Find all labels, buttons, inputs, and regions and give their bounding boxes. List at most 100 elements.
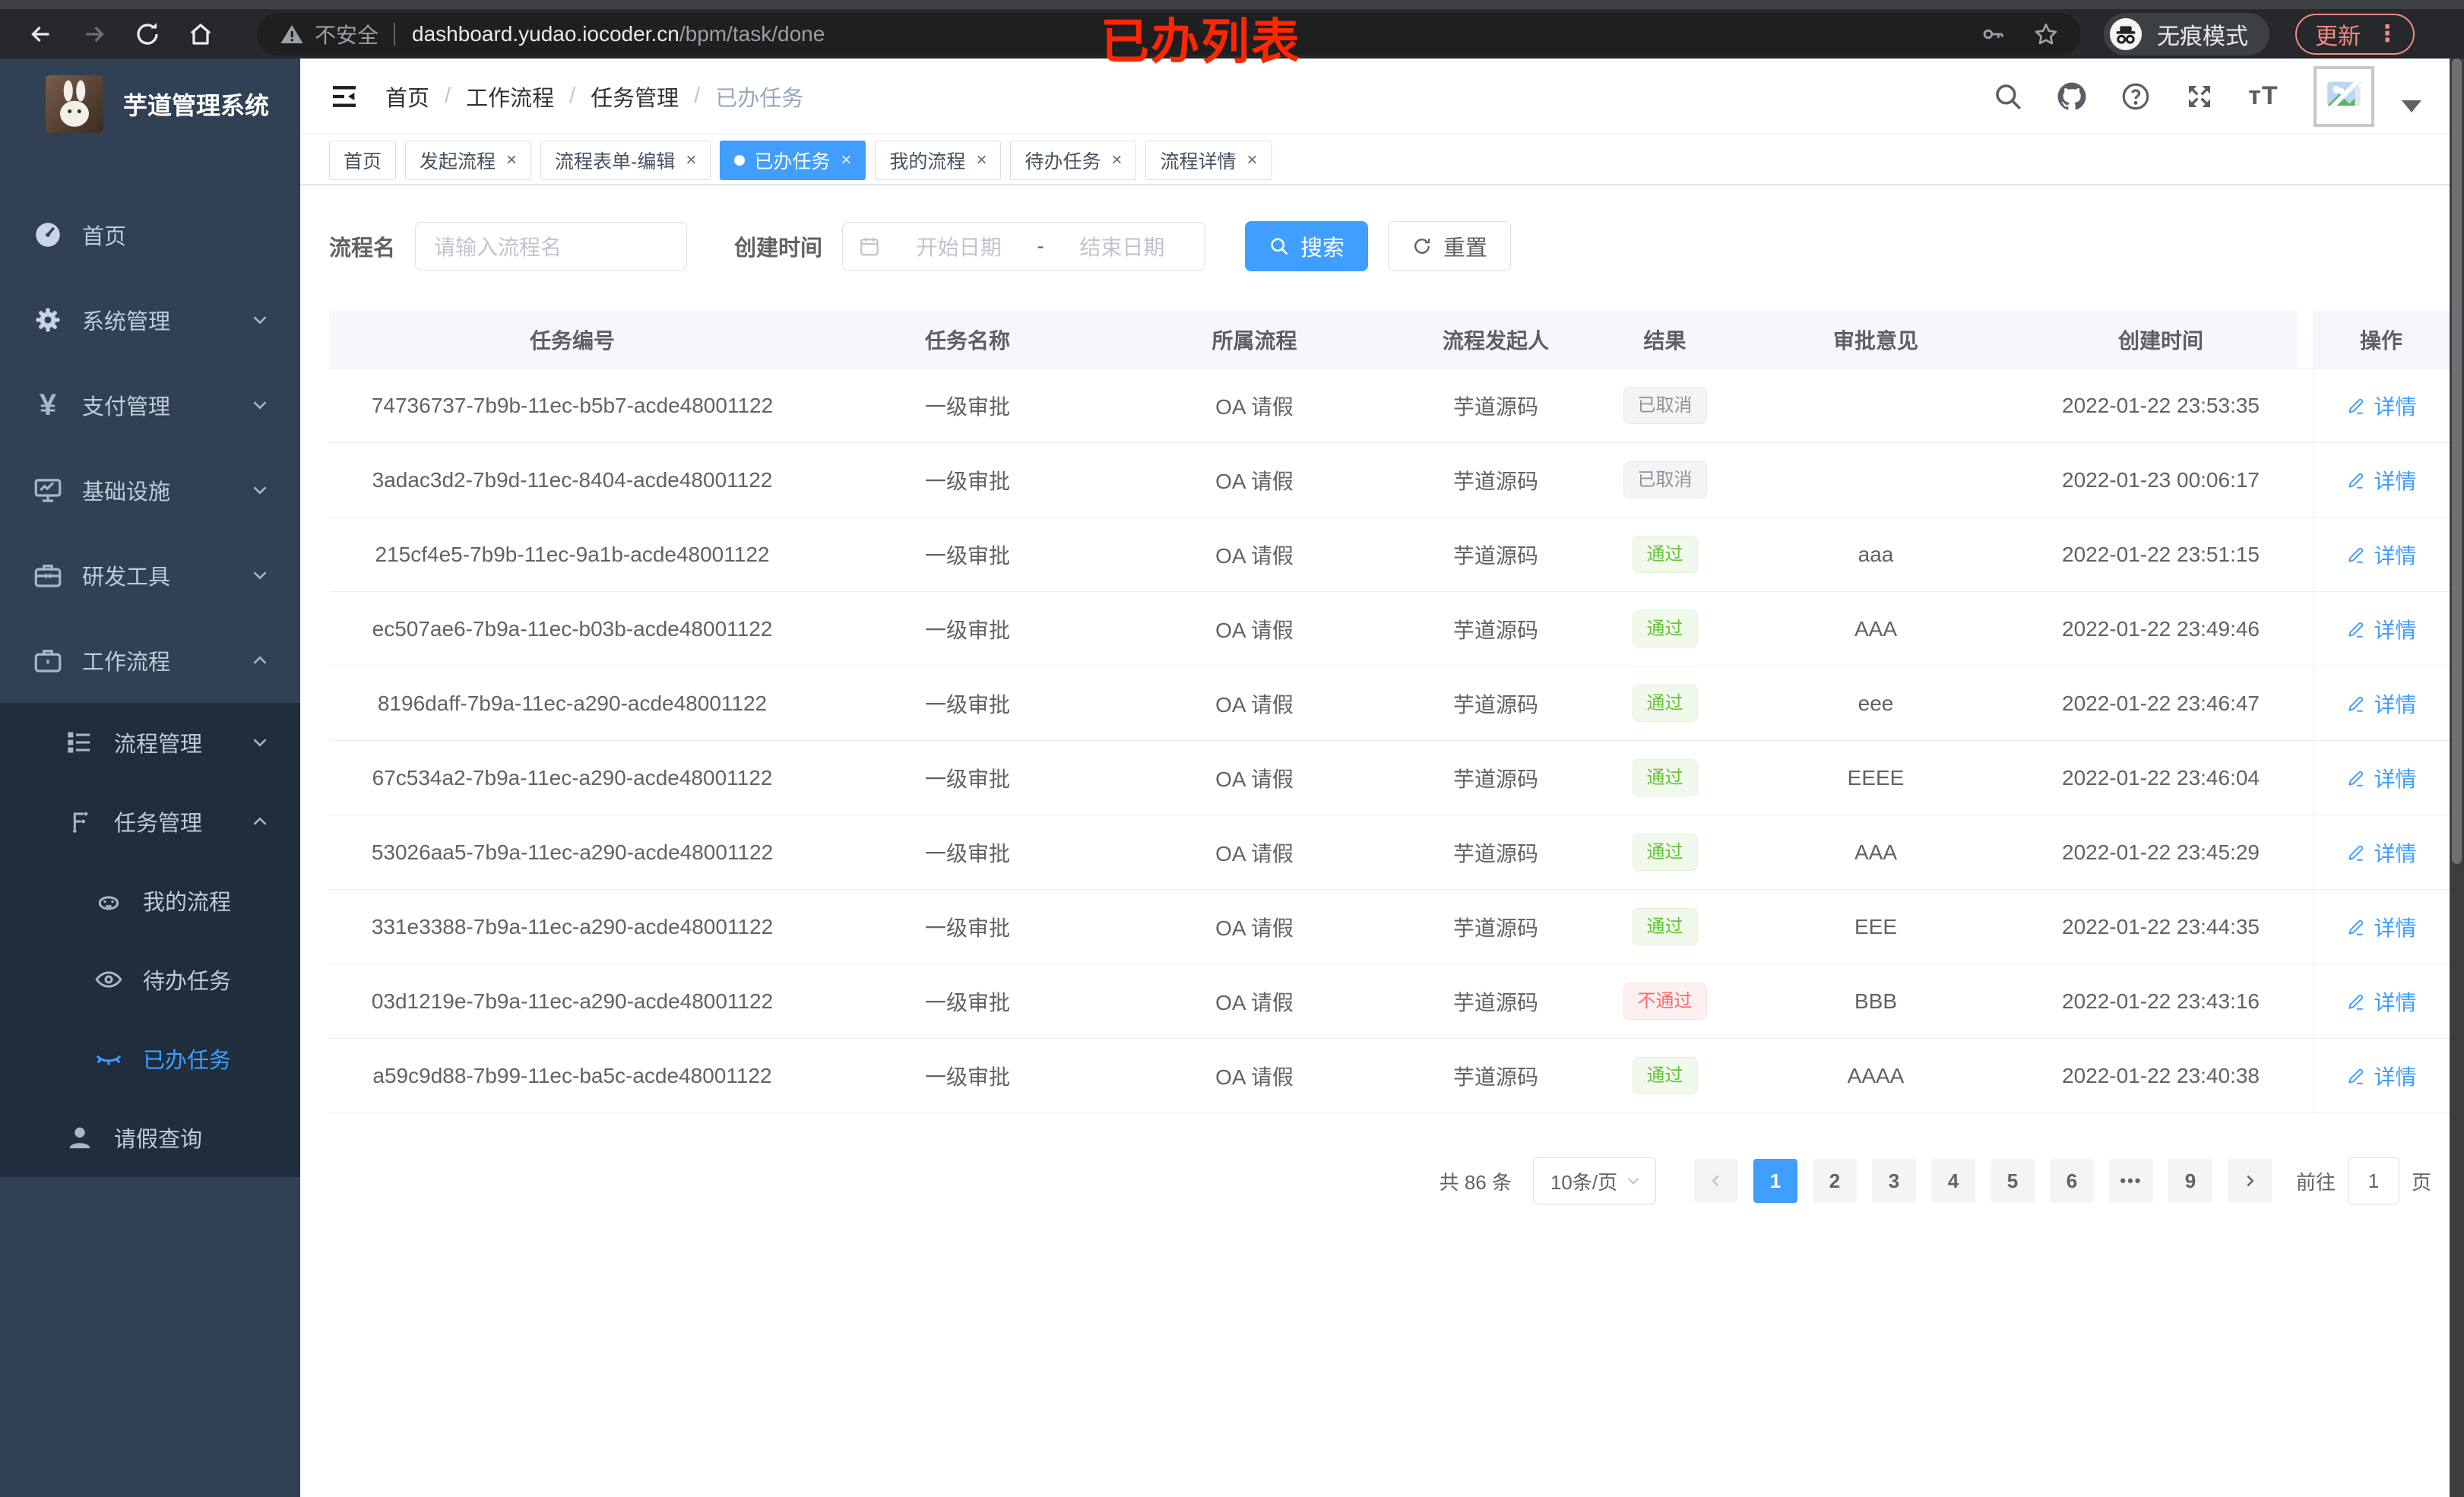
detail-link[interactable]: 详情 <box>2346 763 2417 793</box>
tab-label: 发起流程 <box>420 150 496 172</box>
bookmark-star-icon[interactable] <box>2032 21 2060 48</box>
sidebar-item-task-management[interactable]: 任务管理 <box>0 782 300 861</box>
detail-link[interactable]: 详情 <box>2346 912 2417 942</box>
goto-page-input[interactable] <box>2347 1157 2399 1204</box>
edit-pencil-icon <box>2348 845 2364 861</box>
tab-close-icon[interactable]: × <box>841 150 851 169</box>
detail-link[interactable]: 详情 <box>2346 540 2417 570</box>
page-size-value: 10条/页 <box>1550 1170 1618 1194</box>
next-page-button[interactable] <box>2227 1159 2272 1203</box>
view-tab[interactable]: 我的流程 × <box>875 140 1002 180</box>
view-tab[interactable]: 流程表单-编辑 × <box>540 140 711 180</box>
scrollbar-thumb[interactable] <box>2452 59 2462 865</box>
result-tag: 通过 <box>1632 758 1698 797</box>
result-cell: 已取消 <box>1602 386 1728 425</box>
page-number-button[interactable]: 4 <box>1930 1159 1975 1203</box>
tab-close-icon[interactable]: × <box>976 150 987 169</box>
detail-link[interactable]: 详情 <box>2346 688 2417 719</box>
prev-page-button[interactable] <box>1693 1159 1738 1203</box>
tab-label: 首页 <box>344 150 382 172</box>
process-name-input[interactable]: 请输入流程名 <box>415 222 688 271</box>
tab-close-icon[interactable]: × <box>1111 150 1122 169</box>
sidebar-item-done-tasks[interactable]: 已办任务 <box>0 1019 300 1098</box>
detail-link[interactable]: 详情 <box>2346 1061 2417 1091</box>
pagination: 共 86 条 10条/页 1 2 3 4 5 6 ••• 9 前往 1 页 <box>329 1157 2431 1204</box>
search-button[interactable]: 搜索 <box>1245 221 1369 271</box>
view-tab[interactable]: 待办任务 × <box>1010 140 1137 180</box>
key-icon[interactable] <box>1981 21 2006 47</box>
search-form: 流程名 请输入流程名 创建时间 开始日期 - 结束日期 搜索 重置 <box>329 221 2464 271</box>
update-label: 更新 <box>2315 24 2361 49</box>
detail-link[interactable]: 详情 <box>2346 986 2417 1017</box>
breadcrumb-item-task-management[interactable]: 任务管理 <box>591 81 679 112</box>
sidebar-item-todo-tasks[interactable]: 待办任务 <box>0 940 300 1019</box>
task-id-cell: 67c534a2-7b9a-11ec-a290-acde48001122 <box>372 765 773 790</box>
browser-forward-button[interactable] <box>79 19 109 49</box>
header-search-button[interactable] <box>1990 78 2026 115</box>
help-icon[interactable] <box>2117 78 2154 115</box>
detail-link[interactable]: 详情 <box>2346 391 2417 421</box>
sidebar-item-leave-query[interactable]: 请假查询 <box>0 1098 300 1177</box>
sidebar-collapse-button[interactable] <box>329 81 359 112</box>
browser-update-button[interactable]: 更新 ⋮ <box>2295 13 2415 55</box>
page-number-button[interactable]: 9 <box>2168 1159 2212 1203</box>
tab-close-icon[interactable]: × <box>1247 150 1258 169</box>
sidebar-item-my-process[interactable]: 我的流程 <box>0 861 300 940</box>
view-tab[interactable]: 发起流程 × <box>405 140 532 180</box>
font-size-icon[interactable]: тT <box>2245 78 2282 115</box>
browser-back-button[interactable] <box>26 19 56 49</box>
page-number-button[interactable]: 5 <box>1990 1159 2035 1203</box>
app-title: 芋道管理系统 <box>123 92 270 119</box>
page-size-select[interactable]: 10条/页 <box>1532 1157 1656 1204</box>
sidebar-item-process-management[interactable]: 流程管理 <box>0 703 300 782</box>
page-number-button[interactable]: 6 <box>2049 1159 2094 1203</box>
tab-close-icon[interactable]: × <box>686 150 696 169</box>
incognito-icon <box>2109 17 2143 50</box>
sidebar-item-dev-tools[interactable]: 研发工具 <box>0 533 300 618</box>
tab-label: 流程详情 <box>1160 150 1237 172</box>
browser-menu-icon[interactable]: ⋮ <box>2376 21 2399 47</box>
page-number-button[interactable]: 3 <box>1871 1159 1916 1203</box>
detail-link[interactable]: 详情 <box>2346 837 2417 868</box>
page-number-button[interactable]: ••• <box>2108 1159 2153 1203</box>
incognito-label: 无痕模式 <box>2157 24 2248 49</box>
sidebar-item-workflow[interactable]: 工作流程 <box>0 618 300 703</box>
breadcrumb-item-home[interactable]: 首页 <box>385 81 429 112</box>
action-cell: 详情 <box>2313 964 2450 1038</box>
edit-pencil-icon <box>2348 994 2364 1010</box>
view-tab[interactable]: 首页 × <box>329 140 397 180</box>
task-id-cell: 215cf4e5-7b9b-11ec-9a1b-acde48001122 <box>375 542 770 566</box>
view-tabs-bar: 首页 × 发起流程 × 流程表单-编辑 × 已办任务 <box>300 135 2464 185</box>
view-tab[interactable]: 已办任务 × <box>720 140 866 180</box>
create-time-label: 创建时间 <box>734 236 823 261</box>
page-number-button[interactable]: 1 <box>1753 1159 1797 1203</box>
breadcrumb-item-workflow[interactable]: 工作流程 <box>466 81 554 112</box>
edit-pencil-icon <box>2348 919 2364 935</box>
date-range-input[interactable]: 开始日期 - 结束日期 <box>842 222 1206 271</box>
fullscreen-icon[interactable] <box>2181 78 2218 115</box>
sidebar-item-home[interactable]: 首页 <box>0 192 300 277</box>
range-separator: - <box>1037 234 1044 258</box>
browser-scrollbar[interactable] <box>2450 59 2464 1497</box>
browser-reload-button[interactable] <box>132 19 163 49</box>
row-gutter <box>2298 592 2313 666</box>
column-header-starter: 流程发起人 <box>1389 311 1602 368</box>
row-gutter <box>2298 1039 2313 1112</box>
detail-link[interactable]: 详情 <box>2346 614 2417 644</box>
browser-home-button[interactable] <box>185 19 216 49</box>
task-id-cell: 53026aa5-7b9a-11ec-a290-acde48001122 <box>371 840 774 864</box>
app-logo-row[interactable]: 芋道管理系统 <box>0 59 300 150</box>
page-number-button[interactable]: 2 <box>1812 1159 1857 1203</box>
sidebar-item-system[interactable]: 系统管理 <box>0 277 300 362</box>
reset-button[interactable]: 重置 <box>1388 221 1512 271</box>
sidebar-item-infrastructure[interactable]: 基础设施 <box>0 448 300 533</box>
sidebar-item-payment[interactable]: ¥ 支付管理 <box>0 362 300 448</box>
avatar[interactable] <box>2314 65 2374 127</box>
github-icon[interactable] <box>2054 78 2090 115</box>
detail-link[interactable]: 详情 <box>2346 465 2417 495</box>
row-gutter <box>2298 741 2313 815</box>
opinion-cell: aaa <box>1858 542 1894 566</box>
tab-close-icon[interactable]: × <box>506 150 517 169</box>
avatar-dropdown-caret[interactable] <box>2402 100 2421 112</box>
view-tab[interactable]: 流程详情 × <box>1145 140 1272 180</box>
